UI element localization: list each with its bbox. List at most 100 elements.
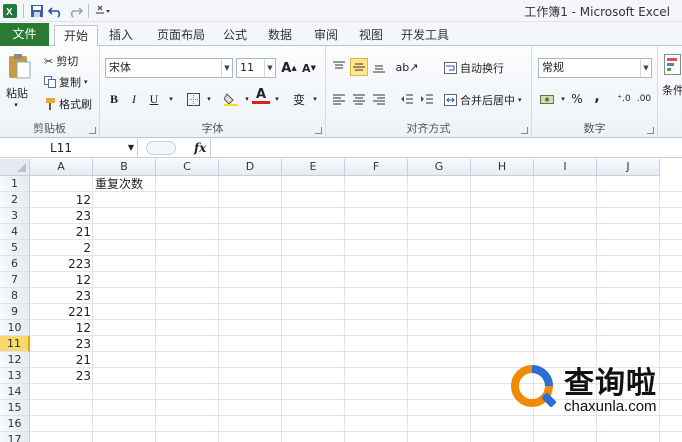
clipboard-launcher-icon[interactable] [89, 127, 96, 134]
row-header-5[interactable]: 5 [0, 240, 30, 256]
align-bottom-icon[interactable] [370, 58, 388, 76]
cell-a12[interactable]: 21 [30, 352, 93, 368]
tab-insert[interactable]: 插入 [103, 25, 139, 46]
align-center-icon[interactable] [350, 90, 368, 108]
orientation-icon[interactable]: ab↗ [396, 58, 419, 76]
chevron-down-icon[interactable]: ▾ [200, 90, 218, 108]
chevron-down-icon[interactable]: ▾ [268, 90, 286, 108]
tab-data[interactable]: 数据 [263, 25, 297, 46]
cell-a4[interactable]: 21 [30, 224, 93, 240]
chevron-down-icon[interactable]: ▾ [306, 90, 324, 108]
cell-a13[interactable]: 23 [30, 368, 93, 384]
tab-formulas[interactable]: 公式 [218, 25, 252, 46]
increase-indent-icon[interactable] [418, 90, 436, 108]
align-left-icon[interactable] [330, 90, 348, 108]
tab-page-layout[interactable]: 页面布局 [150, 25, 212, 46]
row-header-7[interactable]: 7 [0, 272, 30, 288]
tab-file[interactable]: 文件 [0, 23, 49, 46]
align-right-icon[interactable] [370, 90, 388, 108]
column-header-i[interactable]: I [534, 159, 597, 176]
row-header-2[interactable]: 2 [0, 192, 30, 208]
shrink-font-icon[interactable]: A ▼ [300, 59, 318, 77]
redo-icon[interactable] [67, 3, 83, 19]
align-middle-icon[interactable] [350, 58, 368, 76]
wrap-text-button[interactable]: 自动换行 [444, 60, 504, 76]
tab-home[interactable]: 开始 [54, 25, 98, 47]
tab-developer[interactable]: 开发工具 [400, 25, 450, 46]
column-header-e[interactable]: E [282, 159, 345, 176]
row-header-10[interactable]: 10 [0, 320, 30, 336]
grow-font-icon[interactable]: A ▲ [280, 59, 298, 77]
conditional-formatting-icon[interactable] [664, 54, 682, 79]
chevron-down-icon[interactable]: ▼ [264, 59, 275, 77]
cell-a11[interactable]: 23 [30, 336, 93, 352]
italic-button[interactable]: I [125, 90, 143, 108]
tab-review[interactable]: 审阅 [309, 25, 343, 46]
row-header-9[interactable]: 9 [0, 304, 30, 320]
select-all-corner[interactable] [0, 159, 30, 176]
font-name-combo[interactable]: 宋体 ▼ [105, 58, 233, 78]
cell-a8[interactable]: 23 [30, 288, 93, 304]
cell-a10[interactable]: 12 [30, 320, 93, 336]
paste-button[interactable]: 粘贴 ▾ [6, 52, 34, 109]
cell-a3[interactable]: 23 [30, 208, 93, 224]
chevron-down-icon[interactable]: ▼ [640, 59, 651, 77]
chevron-down-icon[interactable]: ▾ [162, 90, 180, 108]
cell-a7[interactable]: 12 [30, 272, 93, 288]
merge-center-button[interactable]: 合并后居中 ▾ [444, 92, 522, 108]
row-header-14[interactable]: 14 [0, 384, 30, 400]
alignment-launcher-icon[interactable] [521, 127, 528, 134]
insert-function-icon[interactable]: fx [194, 141, 206, 155]
cell-a2[interactable]: 12 [30, 192, 93, 208]
row-header-3[interactable]: 3 [0, 208, 30, 224]
number-launcher-icon[interactable] [647, 127, 654, 134]
cell-a6[interactable]: 223 [30, 256, 93, 272]
formula-bar-expand-handle[interactable] [146, 141, 176, 155]
column-header-h[interactable]: H [471, 159, 534, 176]
copy-button[interactable]: 复制 ▾ [44, 74, 88, 90]
column-header-a[interactable]: A [30, 159, 93, 176]
percent-style-button[interactable]: % [568, 90, 586, 108]
row-header-13[interactable]: 13 [0, 368, 30, 384]
decrease-indent-icon[interactable] [398, 90, 416, 108]
row-header-11[interactable]: 11 [0, 336, 30, 352]
row-header-17[interactable]: 17 [0, 432, 30, 442]
decrease-decimal-icon[interactable]: .00 [634, 90, 654, 108]
row-header-1[interactable]: 1 [0, 176, 30, 192]
font-launcher-icon[interactable] [315, 127, 322, 134]
underline-button[interactable]: U [145, 90, 163, 108]
cell-a9[interactable]: 221 [30, 304, 93, 320]
row-header-12[interactable]: 12 [0, 352, 30, 368]
name-box[interactable]: L11 ▼ [0, 139, 138, 158]
column-header-j[interactable]: J [597, 159, 660, 176]
row-header-15[interactable]: 15 [0, 400, 30, 416]
alignment-group: ab↗ 自动换行 合并后居中 ▾ 对齐方式 [326, 46, 532, 138]
increase-decimal-icon[interactable]: ⁺.0 [614, 90, 634, 108]
row-header-8[interactable]: 8 [0, 288, 30, 304]
customize-qat-icon[interactable] [94, 3, 110, 19]
column-header-c[interactable]: C [156, 159, 219, 176]
row-header-6[interactable]: 6 [0, 256, 30, 272]
paste-dropdown-icon[interactable]: ▾ [6, 101, 26, 109]
cell-a5[interactable]: 2 [30, 240, 93, 256]
bold-button[interactable]: B [105, 90, 123, 108]
number-format-combo[interactable]: 常规 ▼ [538, 58, 652, 78]
column-header-g[interactable]: G [408, 159, 471, 176]
font-size-combo[interactable]: 11 ▼ [236, 58, 276, 78]
undo-icon[interactable] [48, 3, 64, 19]
column-header-f[interactable]: F [345, 159, 408, 176]
align-top-icon[interactable] [330, 58, 348, 76]
format-painter-button[interactable]: 格式刷 [44, 96, 92, 112]
comma-style-button[interactable]: , [588, 88, 606, 106]
row-header-4[interactable]: 4 [0, 224, 30, 240]
column-header-d[interactable]: D [219, 159, 282, 176]
column-header-b[interactable]: B [93, 159, 156, 176]
chevron-down-icon[interactable]: ▼ [128, 139, 134, 157]
conditional-formatting-label[interactable]: 条件 [662, 82, 682, 98]
save-icon[interactable] [29, 3, 45, 19]
cell-b1[interactable]: 重复次数 [95, 176, 143, 192]
row-header-16[interactable]: 16 [0, 416, 30, 432]
cut-button[interactable]: ✂ 剪切 [44, 53, 78, 69]
tab-view[interactable]: 视图 [354, 25, 388, 46]
chevron-down-icon[interactable]: ▼ [221, 59, 232, 77]
